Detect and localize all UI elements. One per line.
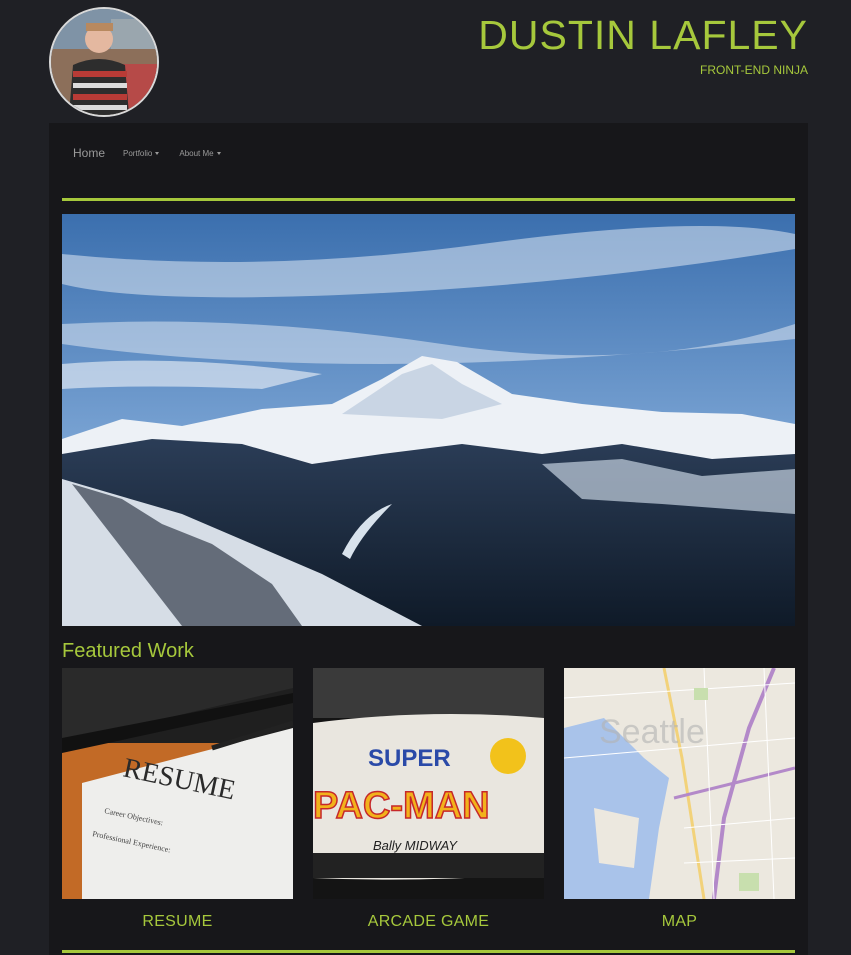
main-nav: Home Portfolio About Me — [73, 146, 241, 160]
caret-down-icon — [216, 151, 221, 155]
featured-card-label: MAP — [661, 913, 698, 930]
mountain-landscape — [62, 214, 795, 626]
map-thumb-city: Seattle — [599, 713, 705, 751]
featured-card-map[interactable]: Seattle MAP — [564, 668, 795, 931]
featured-work-heading: Featured Work — [62, 640, 194, 662]
nav-portfolio-dropdown[interactable]: Portfolio — [123, 148, 160, 158]
arcade-thumb-brand: Bally MIDWAY — [373, 838, 458, 853]
arcade-thumbnail: SUPER PAC-MAN Bally MIDWAY — [313, 668, 544, 899]
main-panel: Home Portfolio About Me Featured Work RE… — [49, 123, 808, 955]
profile-photo — [51, 9, 157, 115]
featured-card-label: RESUME — [142, 913, 213, 930]
profile-avatar — [49, 7, 159, 117]
resume-image: RESUME Career Objectives: Professional E… — [62, 668, 293, 899]
caret-down-icon — [155, 151, 160, 155]
map-thumbnail: Seattle — [564, 668, 795, 899]
arcade-image: SUPER PAC-MAN Bally MIDWAY — [313, 668, 544, 899]
site-title: DUSTIN LAFLEY — [478, 12, 808, 58]
arcade-thumb-title: PAC-MAN — [313, 785, 490, 827]
nav-about-label: About Me — [179, 148, 214, 158]
nav-about-dropdown[interactable]: About Me — [179, 148, 221, 158]
featured-card-label: ARCADE GAME — [367, 913, 490, 930]
nav-portfolio-label: Portfolio — [123, 148, 153, 158]
map-image: Seattle — [564, 668, 795, 899]
resume-thumbnail: RESUME Career Objectives: Professional E… — [62, 668, 293, 899]
featured-card-arcade-game[interactable]: SUPER PAC-MAN Bally MIDWAY ARCADE GAME — [313, 668, 544, 931]
divider-bottom — [62, 950, 795, 953]
divider-top — [62, 198, 795, 201]
arcade-thumb-super: SUPER — [368, 745, 451, 772]
nav-home-link[interactable]: Home — [73, 146, 105, 160]
hero-banner-image — [62, 214, 795, 626]
featured-card-resume[interactable]: RESUME Career Objectives: Professional E… — [62, 668, 293, 931]
site-tagline: FRONT-END NINJA — [700, 63, 808, 77]
